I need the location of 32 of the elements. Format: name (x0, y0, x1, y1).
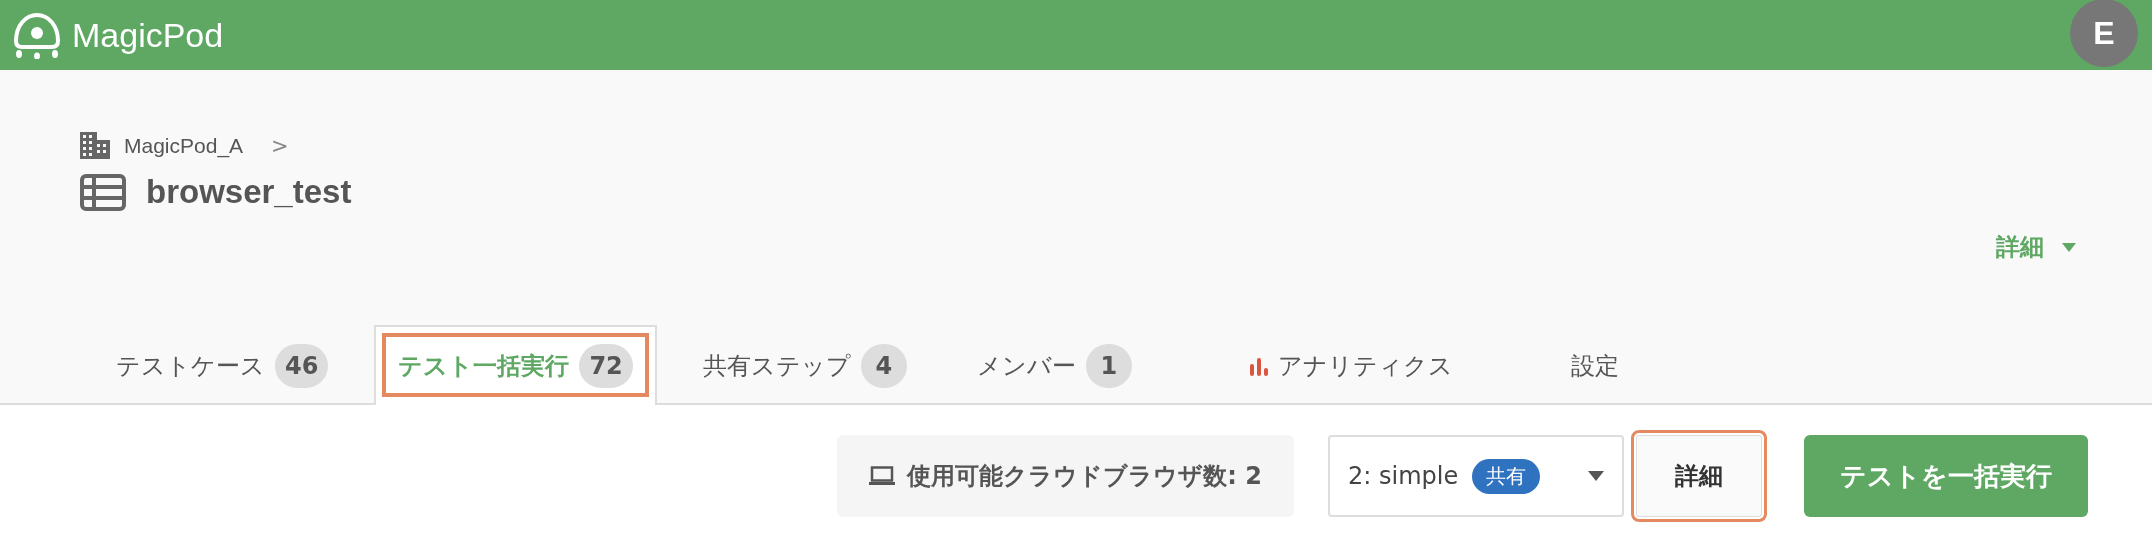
caret-icon (2062, 242, 2076, 252)
count-badge: 72 (579, 344, 633, 388)
count-badge: 1 (1085, 344, 1132, 388)
count-badge: 46 (275, 344, 329, 388)
tab[interactable]: メンバー 1 (952, 325, 1156, 405)
browser-count-text: 使用可能クラウドブラウザ数: 2 (907, 461, 1262, 492)
logo-icon (12, 11, 62, 59)
tab-label: テストケース (116, 351, 265, 382)
tab[interactable]: 設定 (1546, 325, 1643, 405)
laptop-icon (869, 466, 896, 486)
breadcrumb-link[interactable]: MagicPod_A (124, 133, 244, 158)
caret-icon (1588, 471, 1604, 481)
bar-chart-icon (1249, 356, 1268, 376)
tab-label: 設定 (1570, 351, 1619, 382)
tab-label: アナリティクス (1277, 351, 1453, 382)
count-badge: 4 (860, 344, 907, 388)
tab-label: メンバー (976, 351, 1076, 382)
select-value: 2: simple (1348, 462, 1459, 490)
breadcrumb-separator: > (271, 133, 289, 158)
building-icon (80, 132, 110, 159)
shared-badge: 共有 (1472, 458, 1541, 494)
tab-label: テスト一括実行 (398, 351, 570, 382)
tab[interactable]: 共有ステップ 4 (678, 325, 931, 405)
tab-label: 共有ステップ (702, 351, 851, 382)
tab[interactable]: テスト一括実行 72 (374, 325, 657, 405)
tab[interactable]: テストケース 46 (92, 325, 353, 405)
user-avatar[interactable]: E (2070, 0, 2138, 67)
tab[interactable]: アナリティクス (1225, 325, 1477, 405)
setting-select[interactable]: 2: simple 共有 (1328, 435, 1624, 517)
logo-text: MagicPod (72, 15, 224, 55)
project-title: browser_test (146, 173, 352, 211)
table-icon (80, 173, 126, 211)
